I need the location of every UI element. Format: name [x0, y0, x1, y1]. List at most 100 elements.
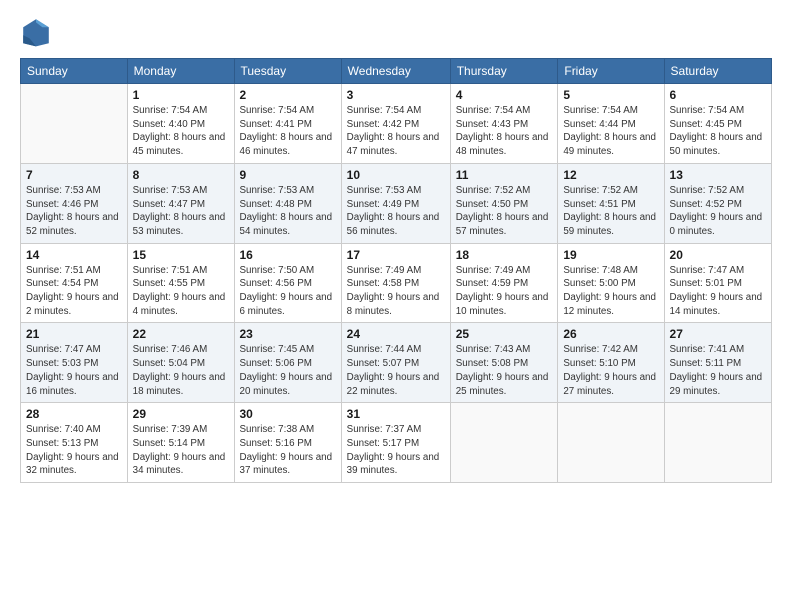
day-info: Sunrise: 7:54 AMSunset: 4:45 PMDaylight:…: [670, 104, 766, 159]
day-number: 17: [347, 248, 445, 262]
calendar-week-row: 14 Sunrise: 7:51 AMSunset: 4:54 PMDayligh…: [21, 243, 772, 323]
calendar-cell: 21 Sunrise: 7:47 AMSunset: 5:03 PMDayligh…: [21, 323, 128, 403]
header: [20, 16, 772, 48]
day-number: 1: [133, 88, 229, 102]
day-number: 10: [347, 168, 445, 182]
day-number: 14: [26, 248, 122, 262]
day-info: Sunrise: 7:37 AMSunset: 5:17 PMDaylight:…: [347, 423, 445, 478]
calendar-cell: 28 Sunrise: 7:40 AMSunset: 5:13 PMDayligh…: [21, 403, 128, 483]
day-info: Sunrise: 7:53 AMSunset: 4:49 PMDaylight:…: [347, 184, 445, 239]
day-number: 28: [26, 407, 122, 421]
day-number: 20: [670, 248, 766, 262]
calendar-cell: [558, 403, 664, 483]
calendar-cell: 25 Sunrise: 7:43 AMSunset: 5:08 PMDayligh…: [450, 323, 558, 403]
day-info: Sunrise: 7:38 AMSunset: 5:16 PMDaylight:…: [240, 423, 336, 478]
calendar-cell: 12 Sunrise: 7:52 AMSunset: 4:51 PMDayligh…: [558, 163, 664, 243]
logo-icon: [20, 16, 52, 48]
calendar-cell: 18 Sunrise: 7:49 AMSunset: 4:59 PMDayligh…: [450, 243, 558, 323]
day-info: Sunrise: 7:51 AMSunset: 4:55 PMDaylight:…: [133, 264, 229, 319]
calendar-cell: 29 Sunrise: 7:39 AMSunset: 5:14 PMDayligh…: [127, 403, 234, 483]
calendar-cell: 17 Sunrise: 7:49 AMSunset: 4:58 PMDayligh…: [341, 243, 450, 323]
day-info: Sunrise: 7:54 AMSunset: 4:43 PMDaylight:…: [456, 104, 553, 159]
day-info: Sunrise: 7:49 AMSunset: 4:59 PMDaylight:…: [456, 264, 553, 319]
day-info: Sunrise: 7:53 AMSunset: 4:46 PMDaylight:…: [26, 184, 122, 239]
day-number: 6: [670, 88, 766, 102]
day-info: Sunrise: 7:46 AMSunset: 5:04 PMDaylight:…: [133, 343, 229, 398]
calendar-cell: 26 Sunrise: 7:42 AMSunset: 5:10 PMDayligh…: [558, 323, 664, 403]
calendar-cell: 9 Sunrise: 7:53 AMSunset: 4:48 PMDaylight…: [234, 163, 341, 243]
weekday-header-friday: Friday: [558, 59, 664, 84]
day-number: 24: [347, 327, 445, 341]
day-number: 2: [240, 88, 336, 102]
calendar-cell: 6 Sunrise: 7:54 AMSunset: 4:45 PMDaylight…: [664, 84, 771, 164]
day-info: Sunrise: 7:45 AMSunset: 5:06 PMDaylight:…: [240, 343, 336, 398]
day-info: Sunrise: 7:51 AMSunset: 4:54 PMDaylight:…: [26, 264, 122, 319]
day-number: 4: [456, 88, 553, 102]
day-number: 18: [456, 248, 553, 262]
weekday-header-wednesday: Wednesday: [341, 59, 450, 84]
day-info: Sunrise: 7:52 AMSunset: 4:50 PMDaylight:…: [456, 184, 553, 239]
calendar-week-row: 21 Sunrise: 7:47 AMSunset: 5:03 PMDayligh…: [21, 323, 772, 403]
logo: [20, 16, 56, 48]
day-number: 16: [240, 248, 336, 262]
day-number: 27: [670, 327, 766, 341]
day-number: 21: [26, 327, 122, 341]
day-number: 12: [563, 168, 658, 182]
calendar-cell: 11 Sunrise: 7:52 AMSunset: 4:50 PMDayligh…: [450, 163, 558, 243]
day-info: Sunrise: 7:43 AMSunset: 5:08 PMDaylight:…: [456, 343, 553, 398]
calendar-week-row: 7 Sunrise: 7:53 AMSunset: 4:46 PMDaylight…: [21, 163, 772, 243]
calendar-cell: 27Sunrise: 7:41 AMSunset: 5:11 PMDayligh…: [664, 323, 771, 403]
day-number: 3: [347, 88, 445, 102]
day-number: 31: [347, 407, 445, 421]
day-number: 5: [563, 88, 658, 102]
weekday-header-sunday: Sunday: [21, 59, 128, 84]
calendar-cell: 8 Sunrise: 7:53 AMSunset: 4:47 PMDaylight…: [127, 163, 234, 243]
weekday-header-saturday: Saturday: [664, 59, 771, 84]
calendar-table: SundayMondayTuesdayWednesdayThursdayFrid…: [20, 58, 772, 483]
day-number: 30: [240, 407, 336, 421]
calendar-cell: 4 Sunrise: 7:54 AMSunset: 4:43 PMDaylight…: [450, 84, 558, 164]
calendar-week-row: 28 Sunrise: 7:40 AMSunset: 5:13 PMDayligh…: [21, 403, 772, 483]
calendar-cell: 22 Sunrise: 7:46 AMSunset: 5:04 PMDayligh…: [127, 323, 234, 403]
calendar-cell: 15 Sunrise: 7:51 AMSunset: 4:55 PMDayligh…: [127, 243, 234, 323]
day-number: 15: [133, 248, 229, 262]
calendar-cell: 10 Sunrise: 7:53 AMSunset: 4:49 PMDayligh…: [341, 163, 450, 243]
weekday-header-thursday: Thursday: [450, 59, 558, 84]
day-info: Sunrise: 7:50 AMSunset: 4:56 PMDaylight:…: [240, 264, 336, 319]
day-info: Sunrise: 7:49 AMSunset: 4:58 PMDaylight:…: [347, 264, 445, 319]
day-info: Sunrise: 7:39 AMSunset: 5:14 PMDaylight:…: [133, 423, 229, 478]
day-number: 7: [26, 168, 122, 182]
calendar-cell: 2 Sunrise: 7:54 AMSunset: 4:41 PMDaylight…: [234, 84, 341, 164]
calendar-cell: 19 Sunrise: 7:48 AMSunset: 5:00 PMDayligh…: [558, 243, 664, 323]
day-number: 22: [133, 327, 229, 341]
calendar-cell: 3Sunrise: 7:54 AMSunset: 4:42 PMDaylight…: [341, 84, 450, 164]
page: SundayMondayTuesdayWednesdayThursdayFrid…: [0, 0, 792, 612]
calendar-cell: [450, 403, 558, 483]
calendar-cell: 16 Sunrise: 7:50 AMSunset: 4:56 PMDayligh…: [234, 243, 341, 323]
day-number: 11: [456, 168, 553, 182]
day-number: 23: [240, 327, 336, 341]
day-number: 19: [563, 248, 658, 262]
day-info: Sunrise: 7:54 AMSunset: 4:41 PMDaylight:…: [240, 104, 336, 159]
day-info: Sunrise: 7:47 AMSunset: 5:03 PMDaylight:…: [26, 343, 122, 398]
day-info: Sunrise: 7:52 AMSunset: 4:51 PMDaylight:…: [563, 184, 658, 239]
calendar-cell: 20Sunrise: 7:47 AMSunset: 5:01 PMDayligh…: [664, 243, 771, 323]
day-info: Sunrise: 7:40 AMSunset: 5:13 PMDaylight:…: [26, 423, 122, 478]
day-info: Sunrise: 7:42 AMSunset: 5:10 PMDaylight:…: [563, 343, 658, 398]
calendar-cell: [664, 403, 771, 483]
day-info: Sunrise: 7:53 AMSunset: 4:47 PMDaylight:…: [133, 184, 229, 239]
calendar-week-row: 1Sunrise: 7:54 AMSunset: 4:40 PMDaylight…: [21, 84, 772, 164]
day-number: 26: [563, 327, 658, 341]
day-number: 8: [133, 168, 229, 182]
day-info: Sunrise: 7:52 AMSunset: 4:52 PMDaylight:…: [670, 184, 766, 239]
day-number: 29: [133, 407, 229, 421]
calendar-cell: [21, 84, 128, 164]
day-number: 9: [240, 168, 336, 182]
weekday-header-monday: Monday: [127, 59, 234, 84]
day-info: Sunrise: 7:48 AMSunset: 5:00 PMDaylight:…: [563, 264, 658, 319]
day-number: 25: [456, 327, 553, 341]
day-info: Sunrise: 7:54 AMSunset: 4:44 PMDaylight:…: [563, 104, 658, 159]
day-info: Sunrise: 7:44 AMSunset: 5:07 PMDaylight:…: [347, 343, 445, 398]
day-info: Sunrise: 7:53 AMSunset: 4:48 PMDaylight:…: [240, 184, 336, 239]
calendar-cell: 7 Sunrise: 7:53 AMSunset: 4:46 PMDaylight…: [21, 163, 128, 243]
